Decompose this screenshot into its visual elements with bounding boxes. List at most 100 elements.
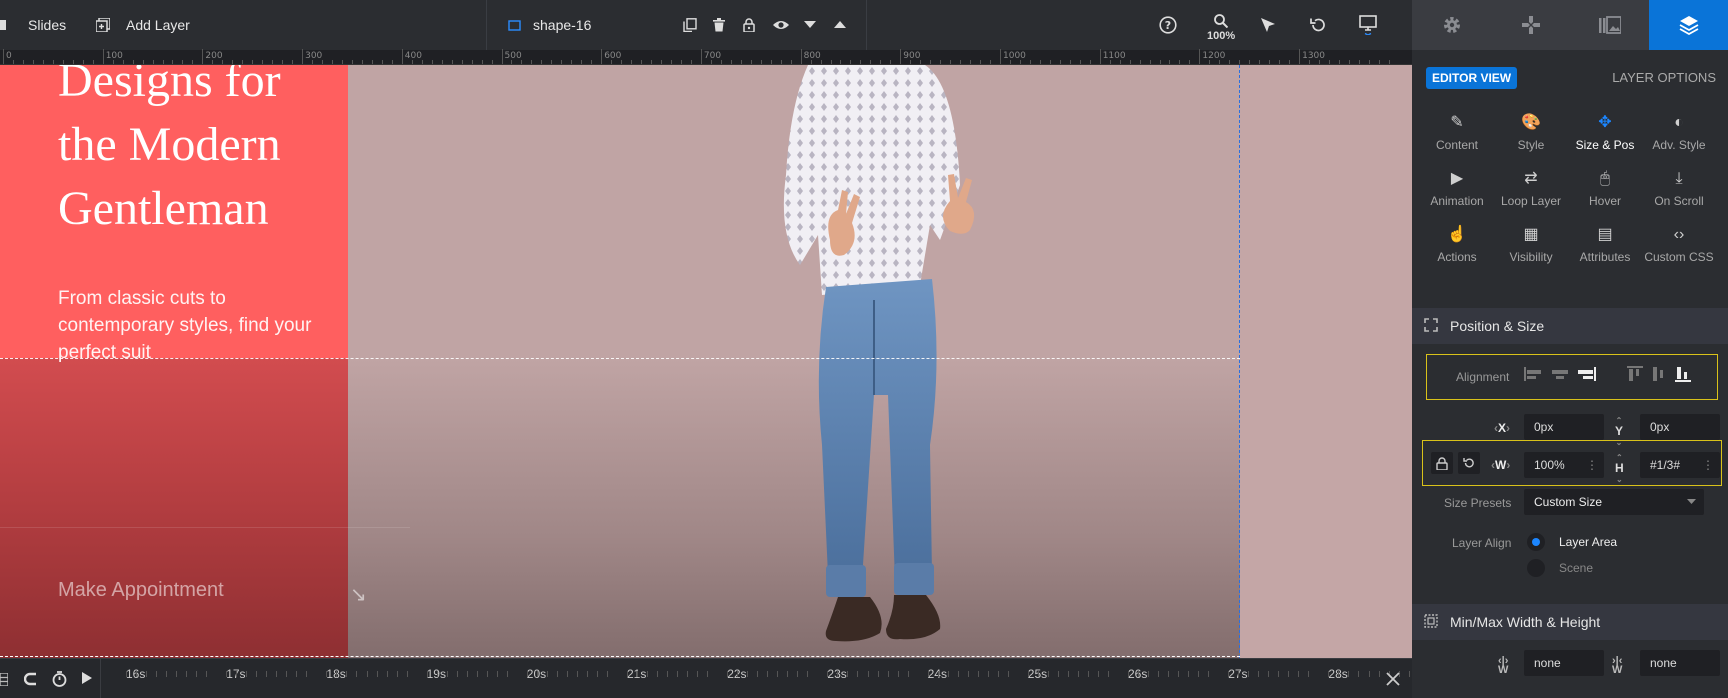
ruler-tick: [391, 60, 393, 64]
ruler-tick: [82, 60, 84, 64]
selected-layer[interactable]: shape-16: [508, 0, 591, 50]
tab-layers[interactable]: [1649, 0, 1728, 50]
duplicate-button[interactable]: [683, 0, 697, 50]
option-loop-layer[interactable]: ⇄ Loop Layer: [1494, 170, 1568, 208]
layer-align-label: Layer Align: [1452, 536, 1512, 550]
text-background-block[interactable]: Designs for the Modern Gentleman From cl…: [0, 65, 348, 658]
align-left-icon[interactable]: [1524, 365, 1544, 383]
size-presets-select[interactable]: Custom Size: [1524, 489, 1704, 515]
add-layer-button[interactable]: Add Layer: [96, 0, 190, 50]
add-layer-icon: [96, 18, 110, 32]
option-on-scroll[interactable]: ⤓ On Scroll: [1642, 170, 1716, 208]
timeline-tick: [1248, 671, 1250, 677]
align-middle-icon[interactable]: [1650, 365, 1668, 383]
timeline-tick: [887, 671, 889, 677]
ruler-tick: [561, 60, 563, 64]
option-size-pos[interactable]: ✥ Size & Pos: [1568, 114, 1642, 152]
ruler-tick: [1239, 60, 1241, 64]
timeline-tick: [256, 671, 258, 677]
ruler-tick: [890, 60, 892, 64]
ruler-tick: [182, 60, 184, 64]
timeline-tick: [1358, 671, 1360, 677]
device-desktop-button[interactable]: [1359, 0, 1377, 50]
play-icon[interactable]: [82, 672, 92, 684]
ruler-tick: [870, 60, 872, 64]
move-up-button[interactable]: [834, 0, 846, 50]
ruler-tick: [760, 60, 762, 64]
aspect-lock-button[interactable]: [1431, 452, 1453, 474]
ruler-tick: [471, 60, 473, 64]
reset-size-button[interactable]: [1458, 452, 1480, 474]
move-down-button[interactable]: [804, 0, 816, 50]
max-width-field[interactable]: none: [1640, 650, 1720, 676]
minmax-header[interactable]: Min/Max Width & Height: [1412, 604, 1728, 640]
tab-navigation[interactable]: [1491, 0, 1570, 50]
close-icon[interactable]: [1386, 672, 1400, 686]
tab-settings[interactable]: [1412, 0, 1491, 50]
timeline-tick: [1278, 671, 1280, 677]
timeline-tick: [747, 671, 749, 677]
align-center-icon[interactable]: [1550, 365, 1570, 383]
timeline-tick: [586, 671, 588, 677]
model-image[interactable]: [770, 65, 1070, 658]
align-right-icon[interactable]: [1576, 365, 1596, 383]
layer-area-guide[interactable]: [1239, 65, 1240, 658]
min-width-field[interactable]: none: [1524, 650, 1604, 676]
option-content[interactable]: ✎ Content: [1420, 114, 1494, 152]
x-field[interactable]: 0px: [1524, 414, 1604, 440]
option-custom-css[interactable]: ‹› Custom CSS: [1642, 226, 1716, 264]
ruler-tick: [830, 60, 832, 64]
y-field[interactable]: 0px: [1640, 414, 1720, 440]
timeline-tick: [1348, 671, 1350, 677]
horizontal-ruler[interactable]: 0 100 200 300 400 500 600 700 800 900 1000 1100 1200…: [0, 49, 1412, 65]
min-width-label: ‹|› W: [1498, 655, 1509, 676]
option-hover[interactable]: 🖱 Hover: [1568, 170, 1642, 208]
position-size-header[interactable]: Position & Size: [1412, 308, 1728, 344]
layer-area-radio[interactable]: [1527, 533, 1545, 551]
timeline-tick: [1057, 671, 1059, 677]
ruler-tick: [381, 60, 383, 64]
tab-media-library[interactable]: [1570, 0, 1649, 50]
ruler-tick: [451, 60, 453, 64]
option-style[interactable]: 🎨 Style: [1494, 114, 1568, 152]
chevron-down-icon: [1687, 499, 1696, 505]
timeline-tick: [426, 671, 428, 677]
headline[interactable]: Designs for the Modern Gentleman: [58, 65, 348, 241]
visibility-button[interactable]: [772, 0, 790, 50]
width-menu-icon[interactable]: ⋮: [1586, 458, 1598, 472]
slide-canvas[interactable]: Designs for the Modern Gentleman From cl…: [0, 65, 1412, 658]
option-label: Custom CSS: [1644, 250, 1714, 264]
ruler-tick: [960, 60, 962, 64]
select-tool-button[interactable]: [1260, 0, 1276, 50]
option-adv-style[interactable]: ◐ Adv. Style: [1642, 114, 1716, 152]
width-field[interactable]: 100% ⋮: [1524, 452, 1604, 478]
stopwatch-icon[interactable]: [52, 671, 67, 687]
align-top-icon[interactable]: [1626, 365, 1644, 383]
cursor-icon: [1260, 17, 1276, 33]
timeline-grid-icon[interactable]: [0, 673, 8, 686]
option-animation[interactable]: ▶ Animation: [1420, 170, 1494, 208]
timeline-scale[interactable]: 16s17s18s19s20s21s22s23s24s25s26s27s28s: [100, 659, 1410, 698]
height-menu-icon[interactable]: ⋮: [1702, 458, 1714, 472]
lock-button[interactable]: [743, 0, 755, 50]
move-icon: ✥: [1598, 114, 1612, 131]
option-visibility[interactable]: ▦ Visibility: [1494, 226, 1568, 264]
align-bottom-icon[interactable]: [1674, 365, 1692, 383]
subheading[interactable]: From classic cuts to contemporary styles…: [58, 285, 348, 366]
delete-button[interactable]: [713, 0, 725, 50]
zoom-button[interactable]: 100%: [1207, 0, 1235, 50]
make-appointment-link[interactable]: Make Appointment: [58, 579, 224, 602]
timeline-tick: [206, 671, 208, 677]
editor-view-badge[interactable]: EDITOR VIEW: [1426, 67, 1518, 89]
ruler-label: 900: [903, 51, 921, 61]
option-actions[interactable]: ☝ Actions: [1420, 226, 1494, 264]
scene-radio[interactable]: [1527, 559, 1545, 577]
help-button[interactable]: ?: [1159, 0, 1177, 50]
undo-button[interactable]: [1310, 0, 1326, 50]
height-field[interactable]: #1/3# ⋮: [1640, 452, 1720, 478]
slides-button[interactable]: Slides: [0, 0, 66, 50]
option-attributes[interactable]: ▤ Attributes: [1568, 226, 1642, 264]
magnet-icon[interactable]: [24, 672, 38, 686]
layer-options-title: LAYER OPTIONS: [1612, 70, 1716, 85]
ruler-tick: [202, 49, 204, 64]
